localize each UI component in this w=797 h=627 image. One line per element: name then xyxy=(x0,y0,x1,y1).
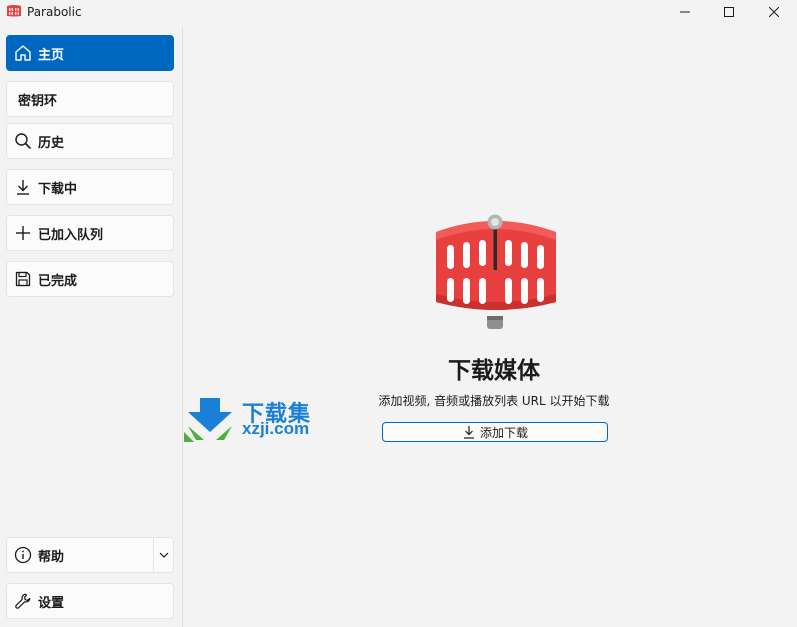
parabolic-logo-icon xyxy=(436,214,556,329)
watermark: 下载集 xzji.com xyxy=(184,396,329,442)
sidebar-item-settings[interactable]: 设置 xyxy=(6,583,174,619)
close-button[interactable] xyxy=(751,0,797,24)
wrench-icon xyxy=(12,590,34,612)
chevron-down-icon xyxy=(159,552,168,558)
save-icon xyxy=(12,268,34,290)
sidebar-item-label: 帮助 xyxy=(38,549,65,565)
sidebar-item-label: 下载中 xyxy=(38,181,78,197)
info-icon xyxy=(12,544,34,566)
minimize-icon xyxy=(680,11,690,13)
add-download-button[interactable]: 添加下载 xyxy=(382,422,608,442)
sidebar-item-label: 密钥环 xyxy=(18,93,58,109)
search-icon xyxy=(12,130,34,152)
sidebar-item-home[interactable]: 主页 xyxy=(6,35,174,71)
maximize-button[interactable] xyxy=(706,0,752,24)
sidebar-item-downloading[interactable]: 下载中 xyxy=(6,169,174,205)
sidebar-item-label: 已加入队列 xyxy=(38,227,104,243)
sidebar-item-keyring[interactable]: 密钥环 xyxy=(6,81,174,117)
sidebar-item-label: 已完成 xyxy=(38,273,78,289)
help-dropdown-toggle[interactable] xyxy=(153,538,173,572)
sidebar-item-completed[interactable]: 已完成 xyxy=(6,261,174,297)
download-icon xyxy=(462,425,476,439)
sidebar: 主页 密钥环 历史 下载中 已加入队列 已完成 帮助 设置 xyxy=(0,26,183,627)
title-bar: Parabolic xyxy=(0,0,797,26)
app-logo-icon xyxy=(7,5,21,17)
sidebar-item-queued[interactable]: 已加入队列 xyxy=(6,215,174,251)
main-content: 下载媒体 添加视频, 音频或播放列表 URL 以开始下载 添加下载 xyxy=(184,26,797,627)
window-title: Parabolic xyxy=(27,5,82,19)
sidebar-item-label: 主页 xyxy=(38,47,65,63)
plus-icon xyxy=(12,222,34,244)
add-download-label: 添加下载 xyxy=(479,425,528,440)
close-icon xyxy=(769,7,779,17)
sidebar-item-label: 设置 xyxy=(38,595,65,611)
sidebar-item-label: 历史 xyxy=(38,135,65,151)
minimize-button[interactable] xyxy=(662,0,708,24)
sidebar-item-history[interactable]: 历史 xyxy=(6,123,174,159)
watermark-domain: xzji.com xyxy=(242,419,310,438)
watermark-logo-icon xyxy=(184,398,232,442)
maximize-icon xyxy=(724,7,734,17)
page-title: 下载媒体 xyxy=(448,358,540,384)
sidebar-item-help[interactable]: 帮助 xyxy=(6,537,174,573)
home-icon xyxy=(12,42,34,64)
download-icon xyxy=(12,176,34,198)
